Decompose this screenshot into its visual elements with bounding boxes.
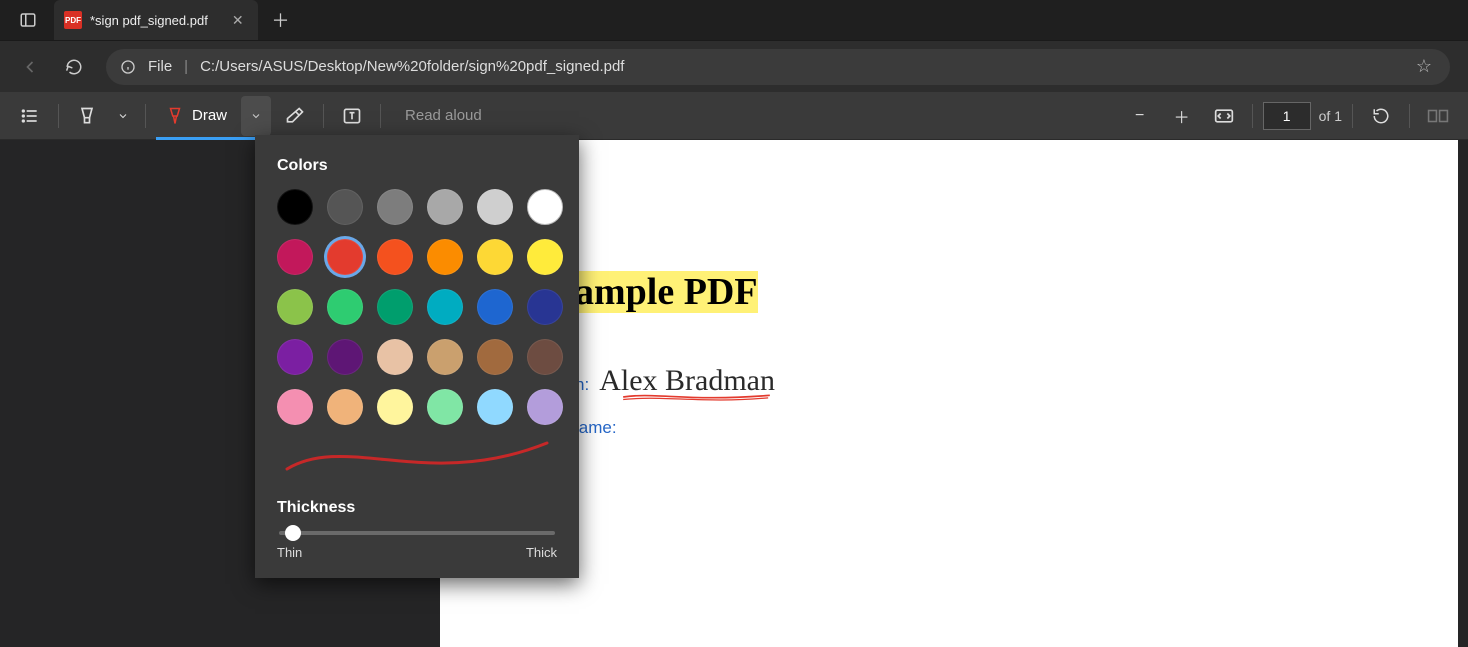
color-swatch[interactable] (327, 239, 363, 275)
separator (1409, 104, 1410, 128)
color-swatch[interactable] (477, 289, 513, 325)
color-swatch[interactable] (277, 189, 313, 225)
separator (1252, 104, 1253, 128)
draw-label: Draw (192, 107, 227, 124)
close-tab-icon[interactable]: ✕ (232, 12, 244, 29)
add-text-icon[interactable] (334, 96, 370, 136)
back-button[interactable] (10, 47, 50, 87)
contents-icon[interactable] (12, 96, 48, 136)
name-field-label: lame: (575, 418, 617, 438)
color-swatch[interactable] (277, 239, 313, 275)
site-info-icon[interactable] (120, 59, 136, 75)
thickness-slider-thumb[interactable] (285, 525, 301, 541)
erase-icon[interactable] (277, 96, 313, 136)
color-swatch[interactable] (377, 239, 413, 275)
zoom-in-icon[interactable]: ＋ (1164, 96, 1200, 136)
document-heading: ample PDF (575, 270, 758, 314)
thickness-slider[interactable] (279, 531, 555, 535)
color-swatch[interactable] (527, 339, 563, 375)
new-tab-button[interactable]: ＋ (264, 3, 298, 37)
separator (1352, 104, 1353, 128)
color-swatch[interactable] (477, 389, 513, 425)
stroke-preview (277, 437, 557, 477)
thickness-heading: Thickness (277, 499, 557, 517)
draw-button[interactable]: Draw (156, 96, 237, 136)
color-swatch[interactable] (377, 189, 413, 225)
address-bar[interactable]: File | C:/Users/ASUS/Desktop/New%20folde… (106, 49, 1450, 85)
draw-options-chevron-icon[interactable] (241, 96, 271, 136)
tab-actions-icon[interactable] (10, 0, 46, 40)
zoom-out-icon[interactable]: − (1122, 96, 1158, 136)
url-text: C:/Users/ASUS/Desktop/New%20folder/sign%… (200, 58, 624, 75)
thin-label: Thin (277, 545, 302, 560)
color-swatch[interactable] (527, 239, 563, 275)
color-swatch[interactable] (477, 189, 513, 225)
color-swatch[interactable] (427, 389, 463, 425)
separator (380, 104, 381, 128)
browser-tab[interactable]: PDF *sign pdf_signed.pdf ✕ (54, 0, 258, 40)
draw-options-popup: Colors Thickness Thin Thick (255, 135, 579, 578)
separator (145, 104, 146, 128)
color-swatch[interactable] (527, 189, 563, 225)
color-swatch[interactable] (277, 389, 313, 425)
pdf-file-icon: PDF (64, 11, 82, 29)
drawn-underline (609, 389, 784, 399)
color-swatch[interactable] (327, 339, 363, 375)
page-number-input[interactable] (1263, 102, 1311, 130)
color-swatch[interactable] (527, 289, 563, 325)
pdf-page[interactable]: ample PDF n: Alex Bradman lame: (440, 140, 1458, 647)
color-swatch[interactable] (477, 339, 513, 375)
color-swatch[interactable] (327, 189, 363, 225)
favorite-icon[interactable]: ☆ (1416, 56, 1432, 77)
color-swatch[interactable] (477, 239, 513, 275)
separator: | (184, 58, 188, 75)
color-swatch-grid (277, 189, 557, 425)
color-swatch[interactable] (277, 339, 313, 375)
color-swatch[interactable] (377, 339, 413, 375)
color-swatch[interactable] (427, 339, 463, 375)
color-swatch[interactable] (427, 189, 463, 225)
tab-title: *sign pdf_signed.pdf (90, 13, 208, 28)
color-swatch[interactable] (327, 289, 363, 325)
thick-label: Thick (526, 545, 557, 560)
color-swatch[interactable] (377, 389, 413, 425)
color-swatch[interactable] (427, 289, 463, 325)
fit-page-icon[interactable] (1206, 96, 1242, 136)
color-swatch[interactable] (327, 389, 363, 425)
separator (323, 104, 324, 128)
highlight-chevron-icon[interactable] (111, 96, 135, 136)
color-swatch[interactable] (527, 389, 563, 425)
separator (58, 104, 59, 128)
rotate-icon[interactable] (1363, 96, 1399, 136)
url-scheme-label: File (148, 58, 172, 75)
page-view-icon[interactable] (1420, 96, 1456, 136)
page-count-label: of 1 (1319, 108, 1342, 124)
read-aloud-button[interactable]: Read aloud (397, 96, 490, 136)
reload-button[interactable] (54, 47, 94, 87)
color-swatch[interactable] (277, 289, 313, 325)
color-swatch[interactable] (377, 289, 413, 325)
highlight-icon[interactable] (69, 96, 105, 136)
colors-heading: Colors (277, 157, 557, 175)
color-swatch[interactable] (427, 239, 463, 275)
